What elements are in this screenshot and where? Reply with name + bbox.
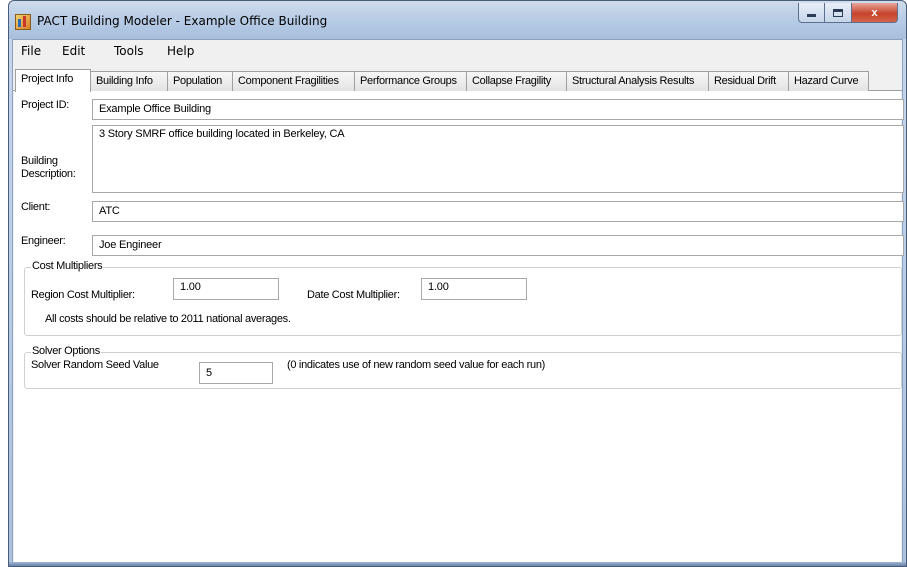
client-input[interactable]: ATC — [92, 201, 904, 222]
region-cost-multiplier-input[interactable]: 1.00 — [173, 278, 279, 300]
client-label: Client: — [21, 201, 51, 213]
solver-options-group: Solver Options Solver Random Seed Value … — [24, 345, 902, 389]
maximize-icon — [833, 8, 843, 17]
solver-seed-input[interactable]: 5 — [199, 362, 273, 384]
tab-project-info[interactable]: Project Info — [15, 69, 91, 92]
engineer-input[interactable]: Joe Engineer — [92, 235, 904, 256]
tab-structural-analysis-results[interactable]: Structural Analysis Results — [567, 71, 709, 91]
window-title: PACT Building Modeler - Example Office B… — [37, 14, 328, 28]
cost-note: All costs should be relative to 2011 nat… — [45, 313, 291, 325]
app-window: PACT Building Modeler - Example Office B… — [8, 0, 907, 567]
tab-performance-groups[interactable]: Performance Groups — [355, 71, 467, 91]
tab-building-info[interactable]: Building Info — [91, 71, 168, 91]
close-icon: x — [871, 6, 878, 19]
menu-edit[interactable]: Edit — [62, 44, 85, 58]
region-cost-multiplier-label: Region Cost Multiplier: — [31, 289, 135, 301]
pact-app-icon[interactable] — [15, 14, 31, 30]
tab-collapse-fragility[interactable]: Collapse Fragility — [467, 71, 567, 91]
building-description-label-line1: Building — [21, 155, 58, 167]
minimize-button[interactable] — [798, 3, 825, 23]
client-area: File Edit Tools Help Project Info Buildi… — [12, 39, 904, 564]
title-bar[interactable]: PACT Building Modeler - Example Office B… — [9, 1, 906, 39]
date-cost-multiplier-label: Date Cost Multiplier: — [307, 289, 400, 301]
window-bottom-edge — [9, 562, 906, 566]
cost-multipliers-group: Cost Multipliers Region Cost Multiplier:… — [24, 260, 902, 336]
project-id-input[interactable]: Example Office Building — [92, 99, 904, 120]
solver-seed-label: Solver Random Seed Value — [31, 359, 159, 371]
caption-buttons: x — [798, 3, 898, 23]
project-id-label: Project ID: — [21, 99, 70, 111]
tab-residual-drift[interactable]: Residual Drift — [709, 71, 789, 91]
tab-population[interactable]: Population — [168, 71, 233, 91]
building-description-label-line2: Description: — [21, 168, 76, 180]
maximize-button[interactable] — [825, 3, 852, 23]
close-button[interactable]: x — [852, 3, 898, 23]
project-info-panel: Project ID: Example Office Building Buil… — [14, 91, 904, 563]
menu-bar: File Edit Tools Help — [13, 40, 902, 62]
engineer-label: Engineer: — [21, 235, 66, 247]
minimize-icon — [807, 14, 816, 17]
tab-strip: Project Info Building Info Population Co… — [13, 69, 902, 92]
cost-multipliers-title: Cost Multipliers — [31, 260, 104, 272]
solver-options-title: Solver Options — [31, 345, 101, 357]
menu-help[interactable]: Help — [167, 44, 194, 58]
menu-file[interactable]: File — [21, 44, 41, 58]
date-cost-multiplier-input[interactable]: 1.00 — [421, 278, 527, 300]
tab-hazard-curve[interactable]: Hazard Curve — [789, 71, 869, 91]
solver-seed-note: (0 indicates use of new random seed valu… — [287, 359, 546, 371]
tab-component-fragilities[interactable]: Component Fragilities — [233, 71, 355, 91]
building-description-textarea[interactable]: 3 Story SMRF office building located in … — [92, 125, 904, 193]
menu-tools[interactable]: Tools — [114, 44, 144, 58]
